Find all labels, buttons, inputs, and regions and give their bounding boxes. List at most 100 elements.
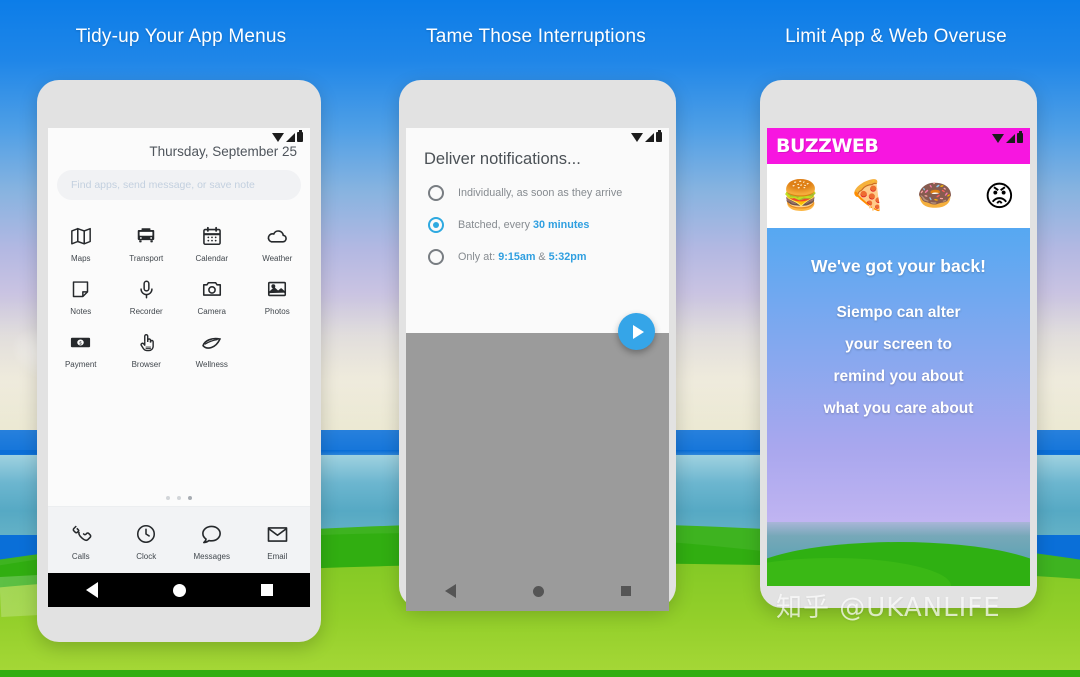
app-label: Maps (70, 254, 91, 263)
home-icon[interactable] (172, 583, 186, 597)
search-input[interactable]: Find apps, send message, or save note (57, 170, 301, 200)
caption-tame-interruptions: Tame Those Interruptions (426, 26, 646, 47)
overlay-line: Siempo can alter (836, 304, 961, 321)
radio-button-unselected[interactable] (428, 249, 444, 265)
app-label: Wellness (195, 360, 228, 369)
photo-icon (265, 277, 289, 301)
back-icon[interactable] (444, 584, 456, 598)
app-notes[interactable]: Notes (48, 271, 114, 318)
phone1-navigation-bar (48, 573, 310, 607)
screen3-landscape-bleed (767, 522, 1030, 586)
signal-icon (645, 132, 654, 142)
app-camera[interactable]: Camera (179, 271, 245, 318)
siempo-overlay-message: We've got your back! Siempo can alter yo… (767, 228, 1030, 418)
app-label: Recorder (129, 307, 163, 316)
app-weather[interactable]: Weather (245, 218, 311, 265)
pizza-emoji[interactable]: 🍕 (850, 179, 886, 213)
option-only-at[interactable]: Only at: 9:15am & 5:32pm (406, 233, 669, 265)
phone-mockup-launcher: Thursday, September 25 Find apps, send m… (37, 80, 321, 642)
option-highlight: 30 minutes (533, 219, 590, 231)
notifications-title: Deliver notifications... (424, 150, 581, 168)
app-grid: Maps Transport Calendar Weather Notes Re… (48, 200, 310, 488)
buzzweb-logo: BUZZWEB (776, 135, 879, 157)
dock-bar: Calls Clock Messages Email (48, 506, 310, 573)
phone3-status-bar (992, 131, 1023, 143)
dock-messages[interactable]: Messages (179, 516, 245, 563)
app-row-1: Maps Transport Calendar Weather (48, 218, 310, 265)
radio-button-unselected[interactable] (428, 185, 444, 201)
page-indicator[interactable] (48, 488, 310, 506)
app-label: Notes (70, 307, 92, 316)
overlay-line: remind you about (833, 368, 964, 385)
option-batched[interactable]: Batched, every 30 minutes (406, 201, 669, 233)
search-placeholder: Find apps, send message, or save note (71, 179, 255, 191)
dock-label: Email (267, 552, 288, 561)
caption-tidy-up: Tidy-up Your App Menus (75, 26, 287, 47)
app-maps[interactable]: Maps (48, 218, 114, 265)
app-empty-slot (245, 324, 311, 371)
speech-bubble-icon (200, 522, 224, 546)
phone-mockup-buzzweb: BUZZWEB 🍔 🍕 🍩 😡 We've got your back! Sie… (760, 80, 1037, 608)
dock-clock[interactable]: Clock (114, 516, 180, 563)
phone3-screen: BUZZWEB 🍔 🍕 🍩 😡 We've got your back! Sie… (767, 128, 1030, 586)
option-label: Batched, every 30 minutes (458, 219, 589, 231)
overlay-line: what you care about (823, 400, 974, 417)
app-payment[interactable]: $ Payment (48, 324, 114, 371)
dock-email[interactable]: Email (245, 516, 311, 563)
app-wellness[interactable]: Wellness (179, 324, 245, 371)
app-label: Weather (262, 254, 293, 263)
watermark: 知乎 @UKANLIFE (776, 593, 1001, 623)
play-icon (632, 324, 644, 339)
app-row-2: Notes Recorder Camera Photos (48, 271, 310, 318)
page-dot-3-active[interactable] (188, 496, 192, 500)
preview-placeholder-area (406, 333, 669, 611)
app-photos[interactable]: Photos (245, 271, 311, 318)
app-label: Browser (131, 360, 161, 369)
pointing-hand-icon (134, 330, 158, 354)
envelope-icon (265, 522, 289, 546)
option-time-2: 5:32pm (548, 251, 587, 263)
donut-emoji[interactable]: 🍩 (917, 179, 953, 213)
dock-label: Calls (71, 552, 90, 561)
play-button[interactable] (618, 313, 655, 350)
signal-icon (1006, 133, 1015, 143)
radio-button-selected[interactable] (428, 217, 444, 233)
camera-icon (200, 277, 224, 301)
page-dot-1[interactable] (166, 496, 170, 500)
phone1-status-bar (272, 130, 303, 142)
phone2-screen: Deliver notifications... Individually, a… (406, 128, 669, 611)
phone1-screen: Thursday, September 25 Find apps, send m… (48, 128, 310, 573)
dock-calls[interactable]: Calls (48, 516, 114, 563)
app-calendar[interactable]: Calendar (179, 218, 245, 265)
back-icon[interactable] (85, 582, 98, 598)
option-time-1: 9:15am (498, 251, 536, 263)
buzzweb-header: BUZZWEB (767, 128, 1030, 164)
app-transport[interactable]: Transport (114, 218, 180, 265)
wifi-icon (992, 133, 1004, 143)
option-label: Individually, as soon as they arrive (458, 187, 623, 199)
recents-icon[interactable] (260, 584, 273, 596)
app-recorder[interactable]: Recorder (114, 271, 180, 318)
buzzweb-emoji-row: 🍔 🍕 🍩 😡 (767, 164, 1030, 228)
app-browser[interactable]: Browser (114, 324, 180, 371)
overlay-line: your screen to (845, 336, 952, 353)
app-label: Camera (197, 307, 226, 316)
phone-handset-icon (69, 522, 93, 546)
home-icon[interactable] (532, 585, 544, 597)
page-dot-2[interactable] (177, 496, 181, 500)
recents-icon[interactable] (620, 586, 631, 596)
signal-icon (286, 132, 295, 142)
battery-icon (656, 130, 662, 142)
angry-face-emoji[interactable]: 😡 (984, 179, 1014, 214)
option-prefix: Batched, every (458, 219, 534, 231)
map-icon (69, 224, 93, 248)
caption-limit-overuse: Limit App & Web Overuse (785, 26, 1007, 47)
app-label: Photos (264, 307, 290, 316)
hamburger-emoji[interactable]: 🍔 (783, 179, 819, 213)
note-icon (69, 277, 93, 301)
app-label: Transport (129, 254, 164, 263)
option-individually[interactable]: Individually, as soon as they arrive (406, 169, 669, 201)
battery-icon (1017, 131, 1023, 143)
cloud-icon (265, 224, 289, 248)
option-prefix: Only at: (458, 251, 499, 263)
